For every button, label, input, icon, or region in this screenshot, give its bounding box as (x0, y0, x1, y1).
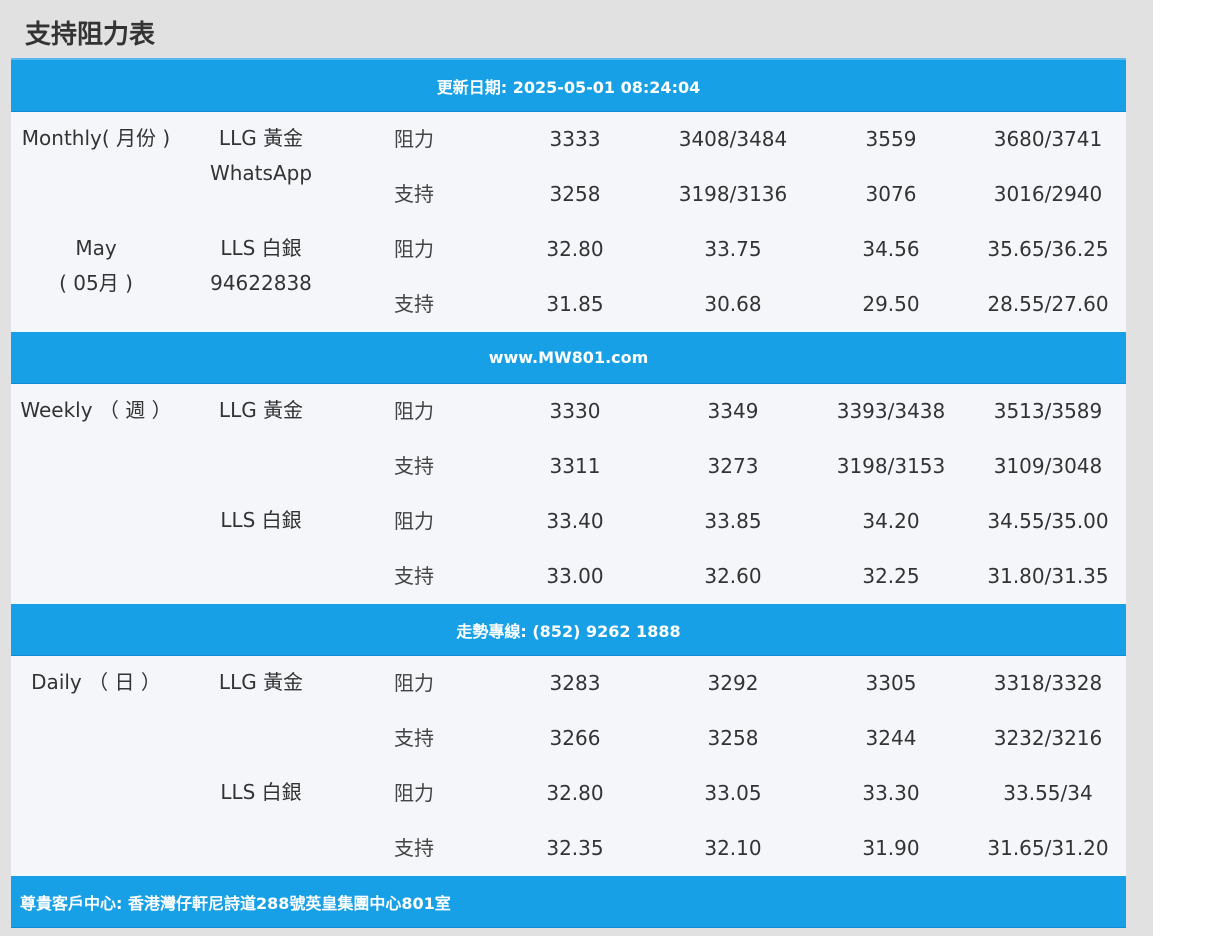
level-value: 33.75 (704, 237, 762, 261)
level-value: 3393/3438 (836, 399, 946, 423)
page-title: 支持阻力表 (25, 20, 156, 50)
table-row: 阻力 33.40 33.85 34.20 34.55/35.00 (11, 494, 1126, 549)
level-value: 33.00 (546, 564, 604, 588)
row-type-label: 阻力 (394, 509, 434, 533)
level-value: 33.55/34 (1003, 781, 1093, 805)
update-date-bar: 更新日期: 2025-05-01 08:24:04 (11, 60, 1126, 112)
level-value: 3109/3048 (993, 454, 1103, 478)
table-row: 支持 3311 3273 3198/3153 3109/3048 (11, 439, 1126, 494)
section-weekly: Weekly （ 週 ） LLG 黃金 LLS 白銀 阻力 3330 3349 … (11, 384, 1126, 604)
level-value: 3016/2940 (993, 182, 1103, 206)
table-row: 阻力 32.80 33.05 33.30 33.55/34 (11, 766, 1126, 821)
content-panel: 支持阻力表 更新日期: 2025-05-01 08:24:04 Monthly(… (0, 0, 1153, 936)
table-row: 支持 33.00 32.60 32.25 31.80/31.35 (11, 549, 1126, 604)
level-value: 3330 (549, 399, 601, 423)
table-row: 阻力 3333 3408/3484 3559 3680/3741 (11, 112, 1126, 167)
row-type-label: 支持 (394, 836, 434, 860)
level-value: 3318/3328 (993, 671, 1103, 695)
level-value: 33.30 (862, 781, 920, 805)
hotline-bar: 走勢專線: (852) 9262 1888 (11, 604, 1126, 656)
row-type-label: 阻力 (394, 127, 434, 151)
level-value: 3305 (865, 671, 917, 695)
row-type-label: 支持 (394, 292, 434, 316)
level-value: 3198/3153 (836, 454, 946, 478)
row-type-label: 阻力 (394, 237, 434, 261)
level-value: 33.85 (704, 509, 762, 533)
level-value: 29.50 (862, 292, 920, 316)
level-value: 33.05 (704, 781, 762, 805)
table-row: 阻力 3330 3349 3393/3438 3513/3589 (11, 384, 1126, 439)
level-value: 3349 (707, 399, 759, 423)
level-value: 35.65/36.25 (987, 237, 1109, 261)
level-value: 32.80 (546, 781, 604, 805)
level-value: 32.10 (704, 836, 762, 860)
row-type-label: 支持 (394, 182, 434, 206)
level-value: 31.85 (546, 292, 604, 316)
level-value: 3232/3216 (993, 726, 1103, 750)
level-value: 3283 (549, 671, 601, 695)
row-type-label: 支持 (394, 454, 434, 478)
level-value: 34.20 (862, 509, 920, 533)
level-value: 3076 (865, 182, 917, 206)
table-row: 支持 3266 3258 3244 3232/3216 (11, 711, 1126, 766)
level-value: 34.56 (862, 237, 920, 261)
row-type-label: 阻力 (394, 671, 434, 695)
section-monthly: Monthly( 月份 ) May ( 05月 ) LLG 黃金 WhatsAp… (11, 112, 1126, 332)
level-value: 32.35 (546, 836, 604, 860)
level-value: 3292 (707, 671, 759, 695)
support-resistance-table: 更新日期: 2025-05-01 08:24:04 Monthly( 月份 ) … (11, 58, 1126, 928)
level-value: 33.40 (546, 509, 604, 533)
row-type-label: 支持 (394, 564, 434, 588)
level-value: 3273 (707, 454, 759, 478)
level-value: 34.55/35.00 (987, 509, 1109, 533)
table-row: 支持 31.85 30.68 29.50 28.55/27.60 (11, 277, 1126, 332)
website-bar[interactable]: www.MW801.com (11, 332, 1126, 384)
level-value: 3198/3136 (678, 182, 788, 206)
level-value: 3266 (549, 726, 601, 750)
row-type-label: 支持 (394, 726, 434, 750)
level-value: 32.25 (862, 564, 920, 588)
table-row: 阻力 32.80 33.75 34.56 35.65/36.25 (11, 222, 1126, 277)
row-type-label: 阻力 (394, 781, 434, 805)
level-value: 3333 (549, 127, 601, 151)
table-row: 支持 32.35 32.10 31.90 31.65/31.20 (11, 821, 1126, 876)
level-value: 32.80 (546, 237, 604, 261)
level-value: 28.55/27.60 (987, 292, 1109, 316)
row-type-label: 阻力 (394, 399, 434, 423)
level-value: 3559 (865, 127, 917, 151)
section-daily: Daily （ 日 ） LLG 黃金 LLS 白銀 阻力 3283 3292 3… (11, 656, 1126, 876)
level-value: 3258 (707, 726, 759, 750)
level-value: 3408/3484 (678, 127, 788, 151)
level-value: 3258 (549, 182, 601, 206)
level-value: 31.65/31.20 (987, 836, 1109, 860)
level-value: 32.60 (704, 564, 762, 588)
level-value: 3513/3589 (993, 399, 1103, 423)
level-value: 31.80/31.35 (987, 564, 1109, 588)
level-value: 3680/3741 (993, 127, 1103, 151)
level-value: 3244 (865, 726, 917, 750)
table-row: 支持 3258 3198/3136 3076 3016/2940 (11, 167, 1126, 222)
level-value: 3311 (549, 454, 601, 478)
table-row: 阻力 3283 3292 3305 3318/3328 (11, 656, 1126, 711)
level-value: 31.90 (862, 836, 920, 860)
level-value: 30.68 (704, 292, 762, 316)
address-bar: 尊貴客戶中心: 香港灣仔軒尼詩道288號英皇集團中心801室 (11, 876, 1126, 928)
